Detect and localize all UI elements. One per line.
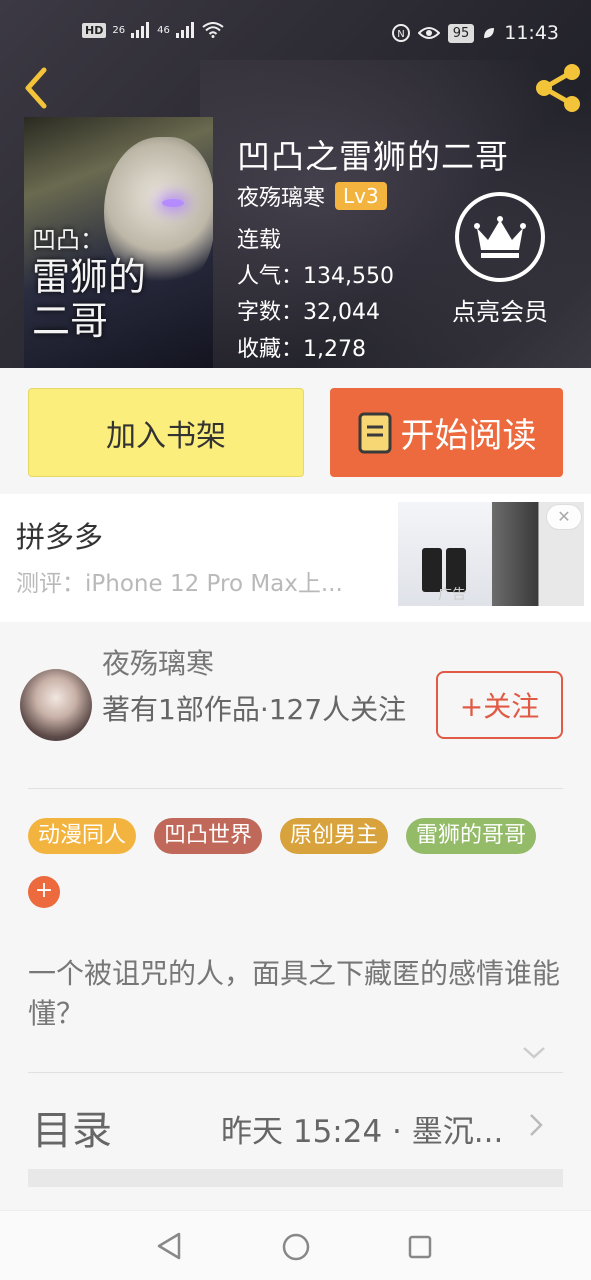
author-name[interactable]: 夜殇璃寒 — [102, 642, 214, 682]
circle-home-icon — [282, 1233, 310, 1261]
divider — [28, 1072, 563, 1073]
share-button[interactable] — [532, 62, 584, 114]
start-reading-button[interactable]: 开始阅读 — [330, 388, 563, 477]
ad-banner[interactable]: 拼多多 测评：iPhone 12 Pro Max上... 广告 ✕ — [0, 494, 591, 622]
serial-status: 连载 — [237, 228, 282, 253]
wifi-icon — [202, 22, 224, 38]
tag-chip[interactable]: 凹凸世界 — [154, 818, 263, 854]
table-of-contents-row[interactable]: 目录 昨天 15:24 · 墨沉... — [0, 1090, 591, 1160]
level-badge: Lv3 — [335, 182, 387, 210]
back-button[interactable] — [20, 66, 56, 110]
share-icon — [536, 64, 580, 112]
toc-chevron — [528, 1112, 544, 1138]
author-avatar[interactable] — [20, 669, 92, 741]
book-icon — [358, 412, 391, 453]
author-section: 夜殇璃寒 著有1部作品·127人关注 +关注 — [0, 622, 591, 792]
action-bar: 加入书架 开始阅读 — [0, 368, 591, 494]
crown-icon — [474, 216, 526, 258]
cover-title-art: 凹凸： 雷狮的 二哥 — [32, 226, 147, 343]
divider — [28, 788, 563, 789]
eye-icon — [417, 27, 440, 39]
latest-chapter: 昨天 15:24 · 墨沉... — [221, 1114, 504, 1150]
system-nav-bar — [0, 1210, 591, 1280]
tag-chip[interactable]: 动漫同人 — [28, 818, 137, 854]
chevron-right-icon — [530, 1114, 543, 1136]
book-cover[interactable]: 凹凸： 雷狮的 二哥 — [24, 117, 213, 368]
nfc-icon: N — [391, 24, 410, 42]
crown-badge — [455, 192, 545, 282]
sim1-label: 26 — [112, 24, 126, 36]
square-recent-icon — [408, 1235, 432, 1259]
expand-description-button[interactable] — [522, 1044, 546, 1060]
add-to-shelf-button[interactable]: 加入书架 — [28, 388, 304, 477]
triangle-back-icon — [157, 1232, 181, 1260]
add-tag-button[interactable]: + — [28, 876, 60, 908]
nav-back-button[interactable] — [155, 1231, 183, 1261]
signal-icon — [131, 22, 150, 38]
ad-description: 测评：iPhone 12 Pro Max上... — [16, 571, 343, 597]
svg-text:N: N — [397, 29, 404, 40]
author-link[interactable]: 夜殇璃寒 — [237, 180, 325, 212]
nav-recent-button[interactable] — [408, 1235, 432, 1259]
toc-label: 目录 — [32, 1108, 112, 1154]
book-description: 一个被诅咒的人，面具之下藏匿的感情谁能懂？ — [28, 957, 561, 1030]
chapter-list-placeholder — [28, 1169, 563, 1187]
ad-close-button[interactable]: ✕ — [546, 504, 582, 530]
status-bar: HD 26 46 N 95 11:43 — [0, 0, 591, 58]
ad-image: 广告 ✕ — [398, 502, 584, 606]
cover-glow — [162, 199, 184, 207]
vip-button[interactable]: 点亮会员 — [440, 192, 560, 332]
follow-button[interactable]: +关注 — [436, 671, 563, 739]
tag-chip[interactable]: 雷狮的哥哥 — [406, 818, 537, 854]
hd-badge: HD — [82, 22, 107, 38]
signal-icon — [175, 22, 194, 38]
clock: 11:43 — [504, 22, 559, 44]
popularity-stat: 人气：134,550 — [237, 264, 394, 289]
tag-chip[interactable]: 原创男主 — [280, 818, 389, 854]
chevron-left-icon — [25, 67, 47, 109]
start-reading-label: 开始阅读 — [400, 416, 537, 456]
vip-label: 点亮会员 — [452, 298, 548, 326]
ad-mark: 广告 — [438, 587, 466, 603]
chevron-down-icon — [523, 1047, 545, 1059]
book-title: 凹凸之雷狮的二哥 — [237, 137, 509, 176]
nav-home-button[interactable] — [282, 1233, 310, 1261]
battery-indicator: 95 — [447, 23, 475, 43]
book-header: HD 26 46 N 95 11:43 凹凸： 雷狮的 二哥 凹凸之雷狮的二哥 … — [0, 0, 591, 368]
leaf-icon — [484, 28, 495, 38]
favorites-stat: 收藏：1,278 — [237, 337, 366, 362]
author-works-info: 著有1部作品·127人关注 — [102, 693, 407, 726]
sim2-label: 46 — [157, 24, 170, 36]
author-row: 夜殇璃寒 Lv3 — [237, 180, 387, 212]
ad-title: 拼多多 — [16, 520, 104, 554]
word-count-stat: 字数：32,044 — [237, 300, 380, 325]
